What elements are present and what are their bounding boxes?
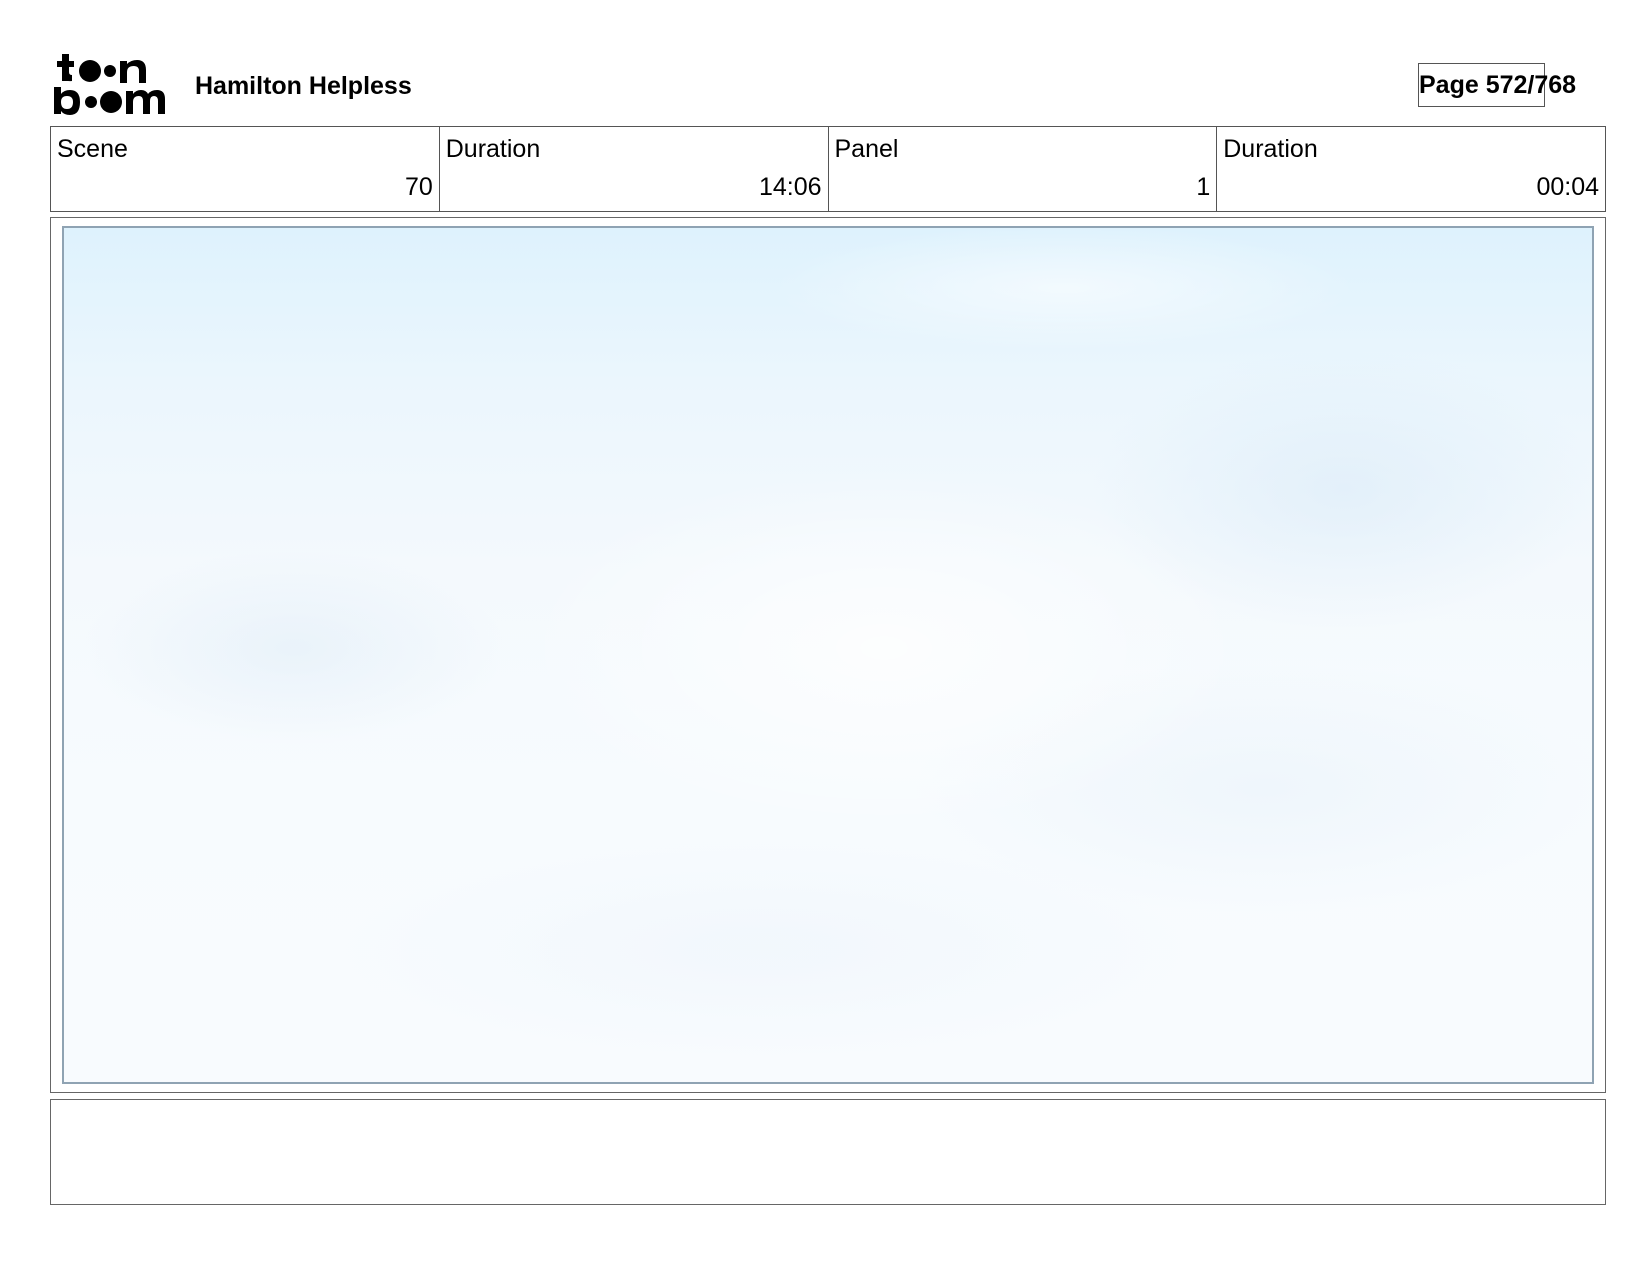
panel-frame bbox=[50, 217, 1606, 1093]
panel-label: Panel bbox=[834, 135, 899, 163]
scene-cell: Scene 70 bbox=[51, 127, 440, 211]
scene-info-table: Scene 70 Duration 14:06 Panel 1 Duration… bbox=[50, 126, 1606, 212]
scene-duration-value: 14:06 bbox=[758, 173, 822, 201]
scene-duration-label: Duration bbox=[445, 135, 541, 163]
panel-cell: Panel 1 bbox=[829, 127, 1218, 211]
panel-duration-value: 00:04 bbox=[1536, 173, 1599, 201]
toon-boom-logo bbox=[54, 54, 170, 116]
caption-box bbox=[50, 1099, 1606, 1205]
scene-label: Scene bbox=[57, 135, 128, 163]
panel-duration-label: Duration bbox=[1223, 135, 1318, 163]
panel-duration-cell: Duration 00:04 bbox=[1217, 127, 1605, 211]
scene-duration-cell: Duration 14:06 bbox=[440, 127, 829, 211]
panel-value: 1 bbox=[1196, 173, 1211, 201]
scene-value: 70 bbox=[404, 173, 433, 201]
project-title: Hamilton Helpless bbox=[195, 72, 412, 100]
page-number-badge: Page 572/768 bbox=[1418, 63, 1576, 107]
sky-clouds-image bbox=[62, 226, 1594, 1084]
